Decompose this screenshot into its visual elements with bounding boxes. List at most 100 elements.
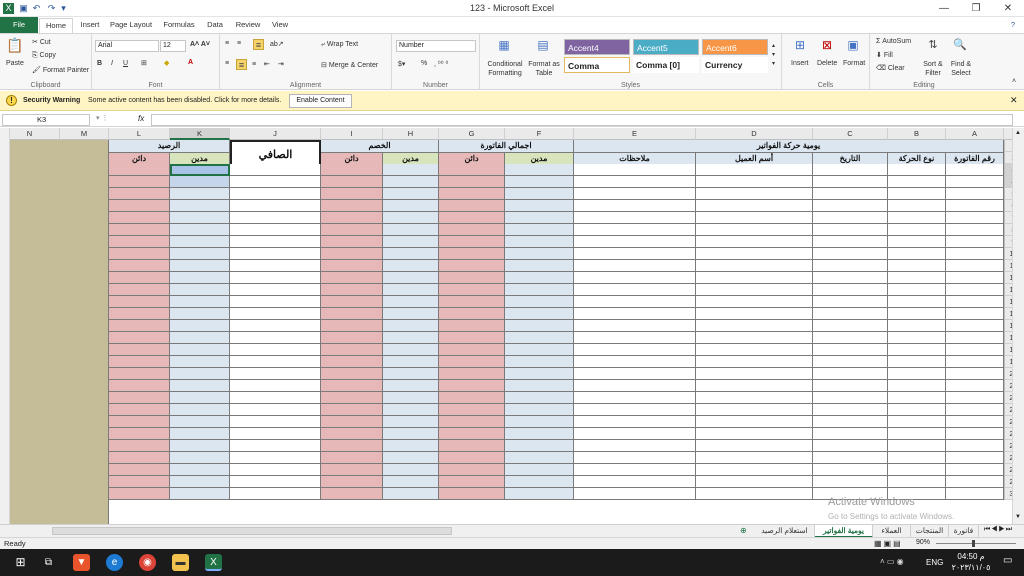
cell-type[interactable]: [888, 380, 946, 392]
column-header-C[interactable]: C: [813, 128, 888, 140]
cell-balance-credit[interactable]: [109, 344, 170, 356]
cell-customer[interactable]: [696, 248, 813, 260]
row-header[interactable]: 7: [1004, 212, 1012, 224]
cell-balance-credit[interactable]: [109, 452, 170, 464]
zoom-slider-thumb[interactable]: [972, 540, 975, 547]
cell-total-debit[interactable]: [505, 320, 574, 332]
cell-customer[interactable]: [696, 344, 813, 356]
vertical-scrollbar[interactable]: ▲ ▼: [1012, 128, 1024, 524]
cell-total-debit[interactable]: [505, 428, 574, 440]
cell-total-debit[interactable]: [505, 164, 574, 176]
cell-notes[interactable]: [574, 344, 696, 356]
cell-balance-credit[interactable]: [109, 392, 170, 404]
column-header-L[interactable]: L: [109, 128, 170, 140]
cell-discount-debit[interactable]: [383, 200, 439, 212]
cell-customer[interactable]: [696, 176, 813, 188]
cell-discount-credit[interactable]: [321, 368, 383, 380]
cell-total-debit[interactable]: [505, 296, 574, 308]
cell-net[interactable]: [230, 212, 321, 224]
cell-customer[interactable]: [696, 368, 813, 380]
help-icon[interactable]: ?: [1006, 17, 1020, 33]
cell-date[interactable]: [813, 416, 888, 428]
cell-total-debit[interactable]: [505, 356, 574, 368]
cell-balance-credit[interactable]: [109, 188, 170, 200]
cell-date[interactable]: [813, 260, 888, 272]
format-cells-icon[interactable]: ▣: [845, 38, 861, 54]
cell-customer[interactable]: [696, 440, 813, 452]
cell-discount-credit[interactable]: [321, 428, 383, 440]
cell-notes[interactable]: [574, 320, 696, 332]
cell-date[interactable]: [813, 176, 888, 188]
cell-invoice-no[interactable]: [946, 404, 1004, 416]
zoom-level[interactable]: 90%: [916, 539, 930, 546]
cell-date[interactable]: [813, 200, 888, 212]
clock-time[interactable]: 04:50 م: [948, 552, 994, 561]
column-header-E[interactable]: E: [574, 128, 696, 140]
cell-type[interactable]: [888, 224, 946, 236]
cell-type[interactable]: [888, 452, 946, 464]
cell-invoice-no[interactable]: [946, 176, 1004, 188]
cell-notes[interactable]: [574, 296, 696, 308]
cell-balance-debit[interactable]: [170, 356, 230, 368]
cell-date[interactable]: [813, 464, 888, 476]
cell-date[interactable]: [813, 248, 888, 260]
cell-discount-debit[interactable]: [383, 440, 439, 452]
cell-type[interactable]: [888, 296, 946, 308]
grow-font-icon[interactable]: A˄ A˅: [190, 41, 210, 48]
cell-notes[interactable]: [574, 368, 696, 380]
cell-customer[interactable]: [696, 416, 813, 428]
formula-input[interactable]: [151, 114, 1013, 126]
chrome-browser-icon[interactable]: ◉: [139, 554, 156, 571]
cell-discount-debit[interactable]: [383, 260, 439, 272]
cell-total-debit[interactable]: [505, 260, 574, 272]
cell-balance-credit[interactable]: [109, 320, 170, 332]
cell-invoice-no[interactable]: [946, 236, 1004, 248]
cell-type[interactable]: [888, 176, 946, 188]
tab-insert[interactable]: Insert: [76, 17, 104, 33]
cell-total-credit[interactable]: [439, 188, 505, 200]
cell-invoice-no[interactable]: [946, 272, 1004, 284]
cell-type[interactable]: [888, 344, 946, 356]
cell-total-credit[interactable]: [439, 272, 505, 284]
align-top-icons[interactable]: ≡ ≡: [225, 40, 244, 47]
cell-balance-credit[interactable]: [109, 296, 170, 308]
cell-date[interactable]: [813, 188, 888, 200]
cell-balance-debit[interactable]: [170, 272, 230, 284]
fx-icon[interactable]: fx: [138, 114, 144, 123]
cell-balance-credit[interactable]: [109, 236, 170, 248]
cell-date[interactable]: [813, 212, 888, 224]
cell-discount-debit[interactable]: [383, 320, 439, 332]
cell-customer[interactable]: [696, 392, 813, 404]
cell-balance-debit[interactable]: [170, 176, 230, 188]
cell-type[interactable]: [888, 356, 946, 368]
styles-scroll-icons[interactable]: ▴ ▾ ▾: [772, 42, 775, 69]
cell-discount-debit[interactable]: [383, 296, 439, 308]
cell-discount-debit[interactable]: [383, 380, 439, 392]
selected-cell-K3[interactable]: [170, 164, 230, 176]
cell-balance-credit[interactable]: [109, 164, 170, 176]
row-header[interactable]: 12: [1004, 272, 1012, 284]
cell-customer[interactable]: [696, 488, 813, 500]
sort-filter-icon[interactable]: ⇅: [925, 38, 941, 54]
column-header-J[interactable]: J: [230, 128, 321, 140]
close-button[interactable]: ✕: [992, 0, 1024, 17]
binoculars-icon[interactable]: 🔍: [952, 38, 968, 54]
horizontal-scrollbar[interactable]: [0, 526, 730, 536]
cell-total-debit[interactable]: [505, 452, 574, 464]
cell-discount-debit[interactable]: [383, 164, 439, 176]
insert-button[interactable]: Insert: [791, 60, 809, 67]
tab-data[interactable]: Data: [203, 17, 227, 33]
hscroll-thumb[interactable]: [52, 527, 452, 535]
cell-invoice-no[interactable]: [946, 452, 1004, 464]
cell-net[interactable]: [230, 404, 321, 416]
cell-total-debit[interactable]: [505, 488, 574, 500]
row-header[interactable]: 11: [1004, 260, 1012, 272]
cell-discount-debit[interactable]: [383, 176, 439, 188]
cell-discount-debit[interactable]: [383, 272, 439, 284]
cell-net[interactable]: [230, 416, 321, 428]
cell-net[interactable]: [230, 380, 321, 392]
cell-total-credit[interactable]: [439, 380, 505, 392]
cell-total-debit[interactable]: [505, 380, 574, 392]
cut-button[interactable]: ✂ Cut: [32, 38, 51, 46]
cell-date[interactable]: [813, 428, 888, 440]
